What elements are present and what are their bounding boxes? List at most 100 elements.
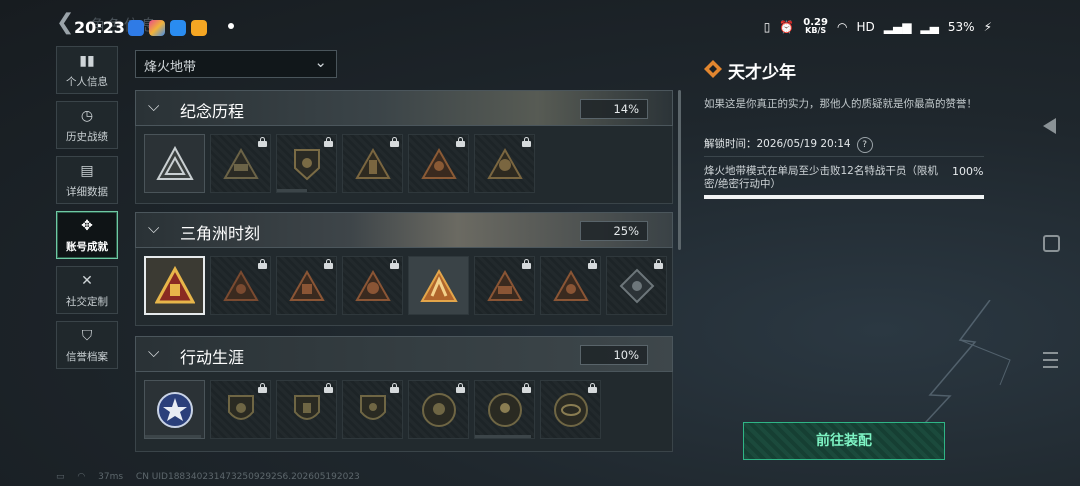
achievement-badge[interactable] (276, 134, 337, 193)
unlock-label: 解锁时间： (704, 138, 757, 150)
nav-credit[interactable]: ⛉ 信誉档案 (56, 321, 118, 369)
achievement-badge[interactable] (342, 380, 403, 439)
achievement-icon: ✥ (81, 218, 93, 234)
status-icons: ▯ ⏰ 0.29 KB/S ◠ HD ▂▄▆ ▂▄ 53% ⚡ (764, 17, 992, 35)
nav-detailed-data[interactable]: ▤ 详细数据 (56, 156, 118, 204)
section-career: ⌵ 行动生涯 10% (135, 336, 673, 452)
emblem-icon (553, 269, 589, 301)
chevron-down-icon: ⌵ (148, 219, 160, 237)
section-title: 纪念历程 (180, 102, 245, 121)
achievement-badge[interactable] (540, 380, 601, 439)
mode-dropdown[interactable]: 烽火地带 ⌄ (135, 50, 337, 78)
lock-icon (456, 383, 465, 393)
nav-achievements[interactable]: ✥ 账号成就 (56, 211, 118, 259)
app-icon-cloud (170, 20, 186, 36)
alarm-icon: ⏰ (779, 20, 795, 34)
eye-emblem-icon (554, 393, 588, 427)
achievement-badge[interactable] (210, 380, 271, 439)
shield-emblem-icon (294, 395, 320, 420)
achievement-badge[interactable] (342, 134, 403, 193)
lock-icon (522, 259, 531, 269)
wifi-icon: ◠ (836, 20, 848, 34)
badge-progress (145, 435, 201, 438)
wifi-small-icon: ◠ (77, 472, 86, 482)
helmet-emblem-icon (422, 393, 456, 427)
battery-small-icon: ▭ (56, 472, 65, 482)
soldier-emblem-icon (421, 147, 457, 179)
achievement-badge[interactable] (408, 256, 469, 315)
list-scrollbar[interactable] (678, 90, 681, 250)
achievement-badge[interactable] (474, 256, 535, 315)
section-header[interactable]: ⌵ 纪念历程 14% (135, 90, 673, 126)
achievement-badge[interactable] (474, 380, 535, 439)
android-menu-icon[interactable] (1043, 352, 1058, 373)
achievement-badge[interactable] (408, 134, 469, 193)
emblem-icon (420, 268, 458, 302)
emblem-icon (355, 269, 391, 301)
skull-emblem-icon (487, 147, 523, 179)
lock-icon (390, 383, 399, 393)
badge-grid (135, 248, 673, 326)
achievement-badge[interactable] (540, 256, 601, 315)
achievement-badge[interactable] (342, 256, 403, 315)
lock-icon (390, 259, 399, 269)
section-percent: 25% (580, 221, 648, 241)
section-delta-moments: ⌵ 三角洲时刻 25% (135, 212, 673, 326)
go-equip-button[interactable]: 前往装配 (743, 422, 945, 460)
help-icon[interactable]: ? (856, 137, 873, 153)
section-header[interactable]: ⌵ 行动生涯 10% (135, 336, 673, 372)
nav-history[interactable]: ◷ 历史战绩 (56, 101, 118, 149)
bar-chart-icon: ▮▮ (79, 53, 95, 69)
achievement-badge-selected[interactable] (144, 256, 205, 315)
chevron-down-icon: ⌄ (314, 53, 327, 71)
tower-emblem-icon (355, 147, 391, 179)
achievement-badge[interactable] (276, 380, 337, 439)
achievement-badge[interactable] (408, 380, 469, 439)
unlock-time-row: 解锁时间：2026/05/19 20:14? (704, 136, 873, 153)
lock-icon (324, 259, 333, 269)
emblem-icon (223, 269, 259, 301)
section-percent: 14% (580, 99, 648, 119)
section-percent: 10% (580, 345, 648, 365)
nav-label: 账号成就 (66, 241, 108, 253)
lock-icon (588, 383, 597, 393)
lock-icon (258, 383, 267, 393)
lock-icon (522, 137, 531, 147)
nav-personal-info[interactable]: ▮▮ 个人信息 (56, 46, 118, 94)
lock-icon (258, 137, 267, 147)
badge-grid (135, 372, 673, 452)
nav-label: 信誉档案 (66, 351, 108, 363)
divider (704, 156, 984, 157)
achievement-badge[interactable] (210, 256, 271, 315)
android-home-icon[interactable] (1043, 235, 1060, 252)
achievement-diamond-icon (704, 60, 722, 78)
lock-icon (456, 137, 465, 147)
signal-icon: ▂▄▆ (883, 20, 912, 34)
section-title: 三角洲时刻 (180, 224, 261, 243)
achievement-badge[interactable] (144, 380, 205, 439)
section-header[interactable]: ⌵ 三角洲时刻 25% (135, 212, 673, 248)
achievement-badge[interactable] (144, 134, 205, 193)
achievement-badge[interactable] (210, 134, 271, 193)
uid: CN UID1883402314732509292S6.202605192023 (135, 472, 360, 482)
android-back-icon[interactable] (1043, 118, 1056, 134)
clock: 20:23 (74, 18, 125, 37)
requirement-progress-bar (704, 195, 984, 199)
chevron-down-icon: ⌵ (148, 343, 160, 361)
notification-app-icons (128, 20, 207, 36)
achievement-badge[interactable] (474, 134, 535, 193)
unlock-time: 2026/05/19 20:14 (756, 138, 851, 150)
app-icon-orange (191, 20, 207, 36)
footer-info: ▭ ◠ 37ms CN UID1883402314732509292S6.202… (56, 472, 370, 482)
hd-indicator: HD (856, 20, 875, 34)
history-clock-icon: ◷ (80, 108, 94, 124)
app-icon-multicolor (149, 20, 165, 36)
back-arrow-icon[interactable]: ❮ (56, 10, 74, 35)
badge-grid (135, 126, 673, 204)
achievement-badge[interactable] (276, 256, 337, 315)
achievement-badge[interactable] (606, 256, 667, 315)
nav-social[interactable]: ✕ 社交定制 (56, 266, 118, 314)
app-icon-blue (128, 20, 144, 36)
network-speed: 0.29 KB/S (803, 17, 828, 35)
emblem-icon (487, 269, 523, 301)
